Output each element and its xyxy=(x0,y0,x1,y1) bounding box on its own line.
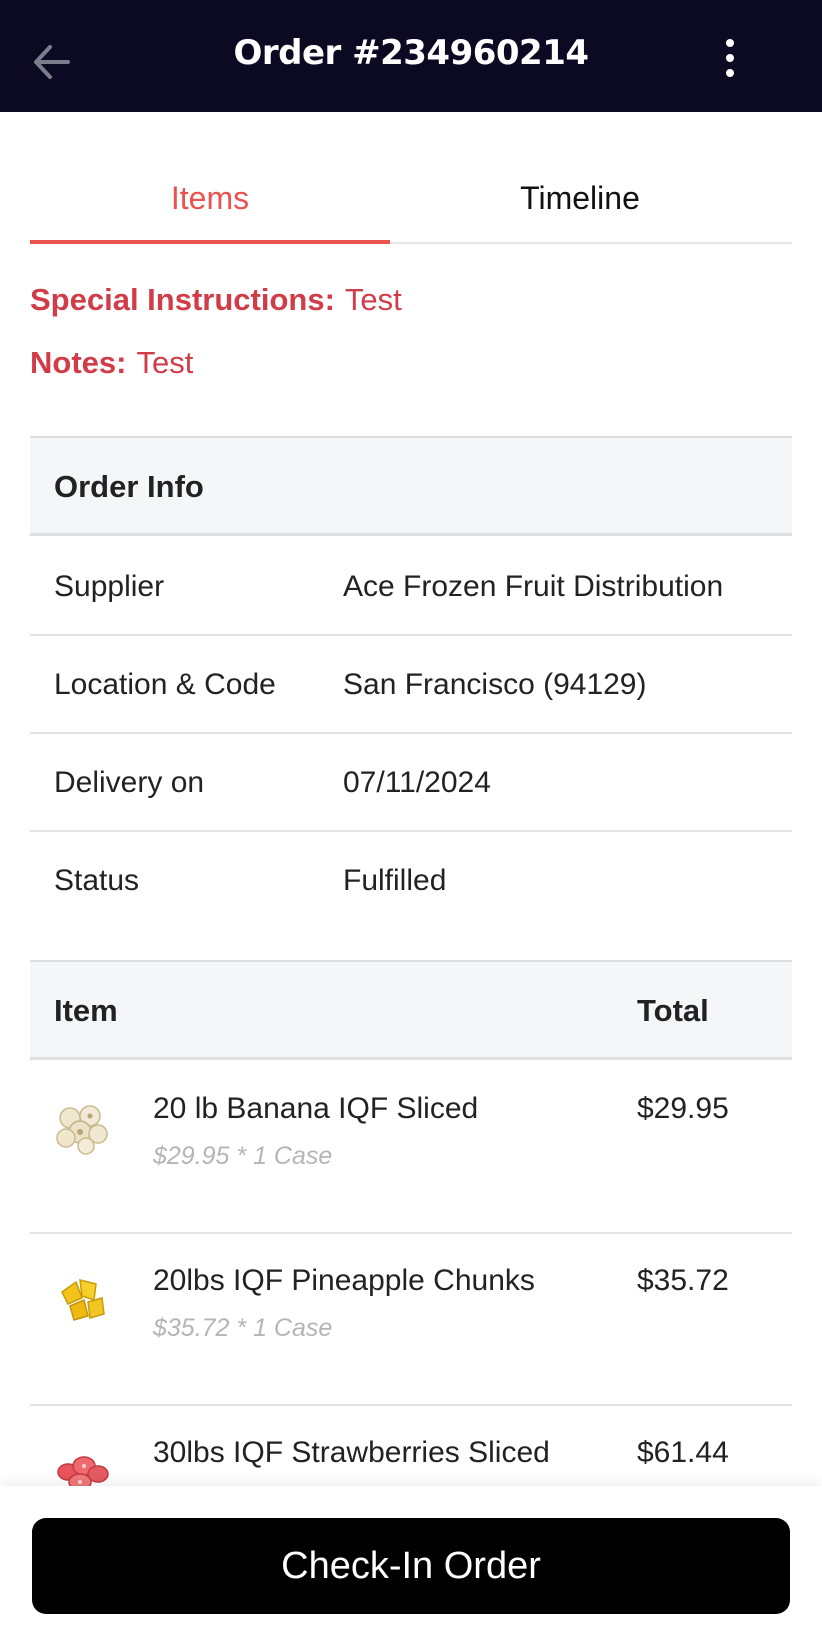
order-info-header: Order Info xyxy=(30,436,792,536)
status-value: Fulfilled xyxy=(343,864,447,897)
info-row-delivery: Delivery on 07/11/2024 xyxy=(30,734,792,832)
tab-bar: Items Timeline xyxy=(30,160,792,244)
info-row-location: Location & Code San Francisco (94129) xyxy=(30,636,792,734)
more-options-button[interactable] xyxy=(714,38,746,78)
banana-slices-icon xyxy=(52,1098,112,1158)
item-price-detail: $29.95 * 1 Case xyxy=(153,1142,333,1170)
special-instructions-value: Test xyxy=(344,282,402,317)
page-title: Order #234960214 xyxy=(233,33,589,73)
info-row-status: Status Fulfilled xyxy=(30,832,792,930)
tab-timeline[interactable]: Timeline xyxy=(400,180,760,217)
notes-value: Test xyxy=(136,345,194,380)
info-value: San Francisco (94129) xyxy=(343,668,647,701)
info-label: Delivery on xyxy=(54,766,205,799)
item-total: $29.95 xyxy=(637,1092,729,1125)
column-header-total: Total xyxy=(637,993,709,1028)
info-value: Ace Frozen Fruit Distribution xyxy=(343,570,724,603)
item-total: $35.72 xyxy=(637,1264,729,1297)
info-label: Status xyxy=(54,864,140,897)
order-info-heading: Order Info xyxy=(54,469,204,504)
bottom-action-bar: Check-In Order xyxy=(0,1486,822,1646)
item-total: $61.44 xyxy=(637,1436,729,1469)
item-name: 30lbs IQF Strawberries Sliced xyxy=(153,1436,550,1469)
item-price-detail: $35.72 * 1 Case xyxy=(153,1314,333,1342)
table-row[interactable]: 20lbs IQF Pineapple Chunks $35.72 * 1 Ca… xyxy=(30,1234,792,1406)
column-header-item: Item xyxy=(54,993,118,1028)
app-header: Order #234960214 xyxy=(0,0,822,112)
tab-items[interactable]: Items xyxy=(30,180,390,217)
active-tab-indicator xyxy=(30,240,390,244)
info-label: Supplier xyxy=(54,570,165,603)
info-row-supplier: Supplier Ace Frozen Fruit Distribution xyxy=(30,538,792,636)
notes-label: Notes: xyxy=(30,345,127,380)
special-instructions: Special Instructions: Test xyxy=(30,282,402,318)
item-name: 20 lb Banana IQF Sliced xyxy=(153,1092,479,1125)
more-vertical-icon xyxy=(726,39,734,77)
item-name: 20lbs IQF Pineapple Chunks xyxy=(153,1264,535,1297)
check-in-order-button[interactable]: Check-In Order xyxy=(32,1518,790,1614)
items-table-header: Item Total xyxy=(30,960,792,1060)
info-value: 07/11/2024 xyxy=(343,766,491,799)
special-instructions-label: Special Instructions: xyxy=(30,282,335,317)
order-notes: Notes: Test xyxy=(30,345,193,381)
table-row[interactable]: 20 lb Banana IQF Sliced $29.95 * 1 Case … xyxy=(30,1062,792,1234)
pineapple-chunks-icon xyxy=(52,1270,112,1330)
info-label: Location & Code xyxy=(54,668,276,701)
